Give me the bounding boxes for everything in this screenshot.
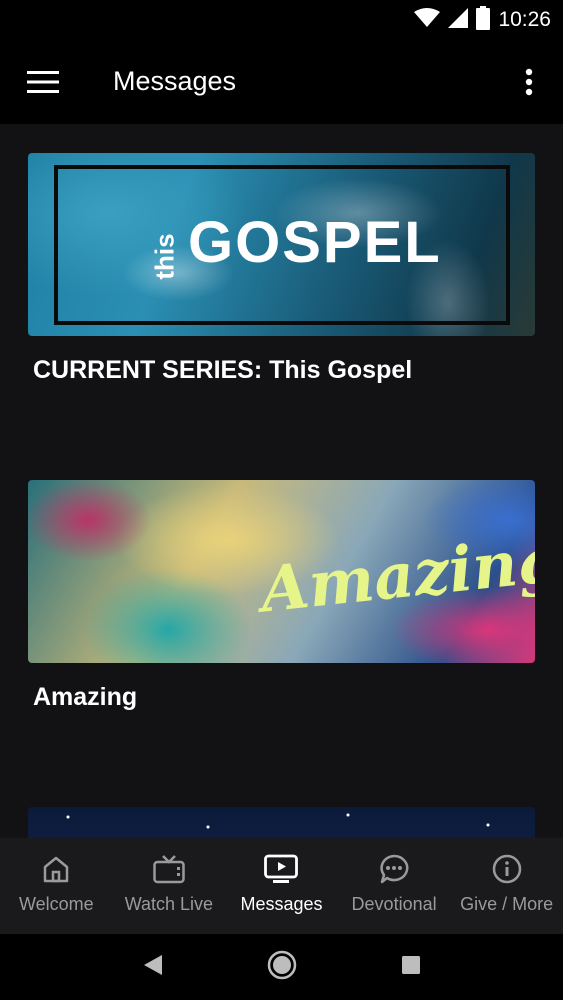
- page-title: Messages: [113, 66, 237, 96]
- message-card-partial[interactable]: [28, 807, 535, 838]
- home-icon: [39, 852, 73, 886]
- more-vert-icon[interactable]: [515, 64, 543, 100]
- nav-label-give-more: Give / More: [460, 894, 554, 914]
- app-bar: Messages: [0, 40, 563, 124]
- status-time: 10:26: [498, 8, 551, 31]
- message-card-amazing[interactable]: Amazing Amazing: [28, 480, 535, 712]
- status-bar: 10:26: [0, 0, 563, 40]
- series-artwork-this-gospel[interactable]: this GOSPEL: [28, 153, 535, 336]
- nav-item-messages[interactable]: Messages: [225, 838, 338, 934]
- info-icon: [490, 852, 524, 886]
- nav-item-watch-live[interactable]: Watch Live: [113, 838, 226, 934]
- artwork-text-gospel: GOSPEL: [188, 210, 442, 275]
- recents-icon[interactable]: [401, 955, 421, 980]
- nav-item-give-more[interactable]: Give / More: [450, 838, 563, 934]
- tv-icon: [152, 852, 186, 886]
- series-artwork-amazing[interactable]: Amazing: [28, 480, 535, 663]
- nav-item-devotional[interactable]: Devotional: [338, 838, 451, 934]
- back-icon[interactable]: [142, 953, 164, 982]
- nav-item-welcome[interactable]: Welcome: [0, 838, 113, 934]
- bottom-navigation: Welcome Watch Live Messages Devotional G…: [0, 838, 563, 934]
- wifi-icon: [414, 7, 441, 33]
- artwork-text-this: this: [149, 233, 180, 280]
- nav-label-devotional: Devotional: [351, 894, 437, 914]
- message-title[interactable]: CURRENT SERIES: This Gospel: [33, 356, 535, 385]
- status-icons: 10:26: [414, 5, 551, 35]
- message-card-this-gospel[interactable]: this GOSPEL CURRENT SERIES: This Gospel: [28, 153, 535, 385]
- play-screen-icon: [264, 852, 299, 886]
- series-artwork-starfield[interactable]: [28, 807, 535, 838]
- messages-list[interactable]: this GOSPEL CURRENT SERIES: This Gospel …: [0, 124, 563, 838]
- cellular-signal-icon: [448, 7, 469, 33]
- chat-bubble-icon: [377, 852, 411, 886]
- nav-label-watch-live: Watch Live: [124, 894, 214, 914]
- home-circle-icon[interactable]: [267, 950, 297, 985]
- artwork-text-amazing: Amazing: [257, 522, 535, 627]
- message-title[interactable]: Amazing: [33, 683, 535, 712]
- system-navigation-bar: [0, 934, 563, 1000]
- nav-label-messages: Messages: [240, 894, 323, 914]
- nav-label-welcome: Welcome: [18, 894, 94, 914]
- hamburger-menu-icon[interactable]: [24, 64, 62, 100]
- battery-icon: [476, 5, 491, 35]
